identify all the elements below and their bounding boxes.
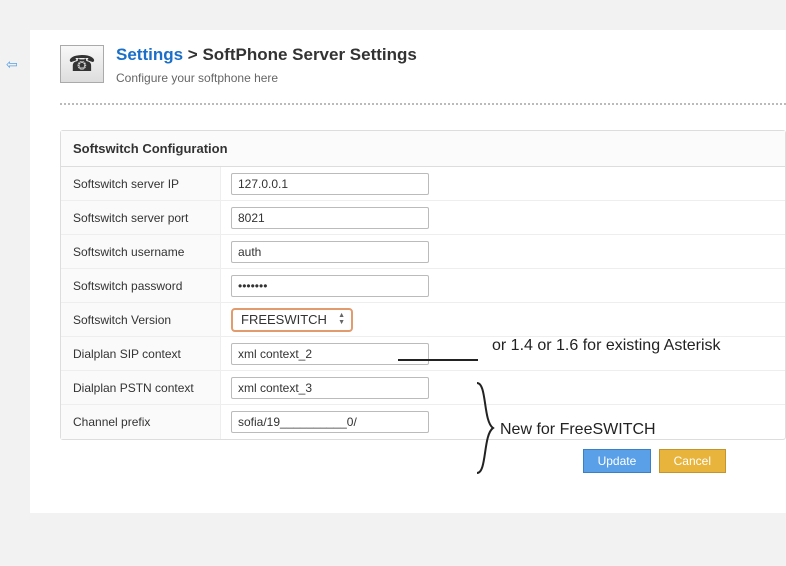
input-channel-prefix[interactable]	[231, 411, 429, 433]
row-username: Softswitch username	[61, 235, 785, 269]
breadcrumb-link[interactable]: Settings	[116, 45, 183, 64]
page-header: ☎ Settings > SoftPhone Server Settings C…	[60, 45, 786, 105]
breadcrumb: Settings > SoftPhone Server Settings	[116, 45, 417, 65]
label-version: Softswitch Version	[61, 303, 221, 336]
label-channel-prefix: Channel prefix	[61, 405, 221, 439]
input-server-ip[interactable]	[231, 173, 429, 195]
cancel-button[interactable]: Cancel	[659, 449, 726, 473]
row-version: Softswitch Version FREESWITCH ▲▼	[61, 303, 785, 337]
config-panel: Softswitch Configuration Softswitch serv…	[60, 130, 786, 440]
panel-title: Softswitch Configuration	[61, 131, 785, 167]
row-pstn-context: Dialplan PSTN context	[61, 371, 785, 405]
chevron-updown-icon: ▲▼	[338, 313, 345, 326]
label-server-ip: Softswitch server IP	[61, 167, 221, 200]
label-username: Softswitch username	[61, 235, 221, 268]
select-version-value: FREESWITCH	[241, 312, 327, 327]
row-channel-prefix: Channel prefix	[61, 405, 785, 439]
input-sip-context[interactable]	[231, 343, 429, 365]
page-title: SoftPhone Server Settings	[202, 45, 416, 64]
button-row: Update Cancel	[60, 440, 786, 473]
phone-icon-glyph: ☎	[68, 51, 95, 77]
select-version[interactable]: FREESWITCH ▲▼	[231, 308, 353, 332]
row-server-port: Softswitch server port	[61, 201, 785, 235]
page-subtitle: Configure your softphone here	[116, 71, 417, 85]
label-password: Softswitch password	[61, 269, 221, 302]
row-sip-context: Dialplan SIP context	[61, 337, 785, 371]
page-container: ☎ Settings > SoftPhone Server Settings C…	[30, 30, 786, 513]
label-server-port: Softswitch server port	[61, 201, 221, 234]
phone-icon: ☎	[60, 45, 104, 83]
label-sip-context: Dialplan SIP context	[61, 337, 221, 370]
header-text: Settings > SoftPhone Server Settings Con…	[116, 45, 417, 85]
label-pstn-context: Dialplan PSTN context	[61, 371, 221, 404]
back-arrow-icon[interactable]: ⇦	[6, 56, 18, 73]
breadcrumb-sep: >	[183, 45, 202, 64]
update-button[interactable]: Update	[583, 449, 652, 473]
input-server-port[interactable]	[231, 207, 429, 229]
input-password[interactable]	[231, 275, 429, 297]
input-pstn-context[interactable]	[231, 377, 429, 399]
row-server-ip: Softswitch server IP	[61, 167, 785, 201]
row-password: Softswitch password	[61, 269, 785, 303]
input-username[interactable]	[231, 241, 429, 263]
